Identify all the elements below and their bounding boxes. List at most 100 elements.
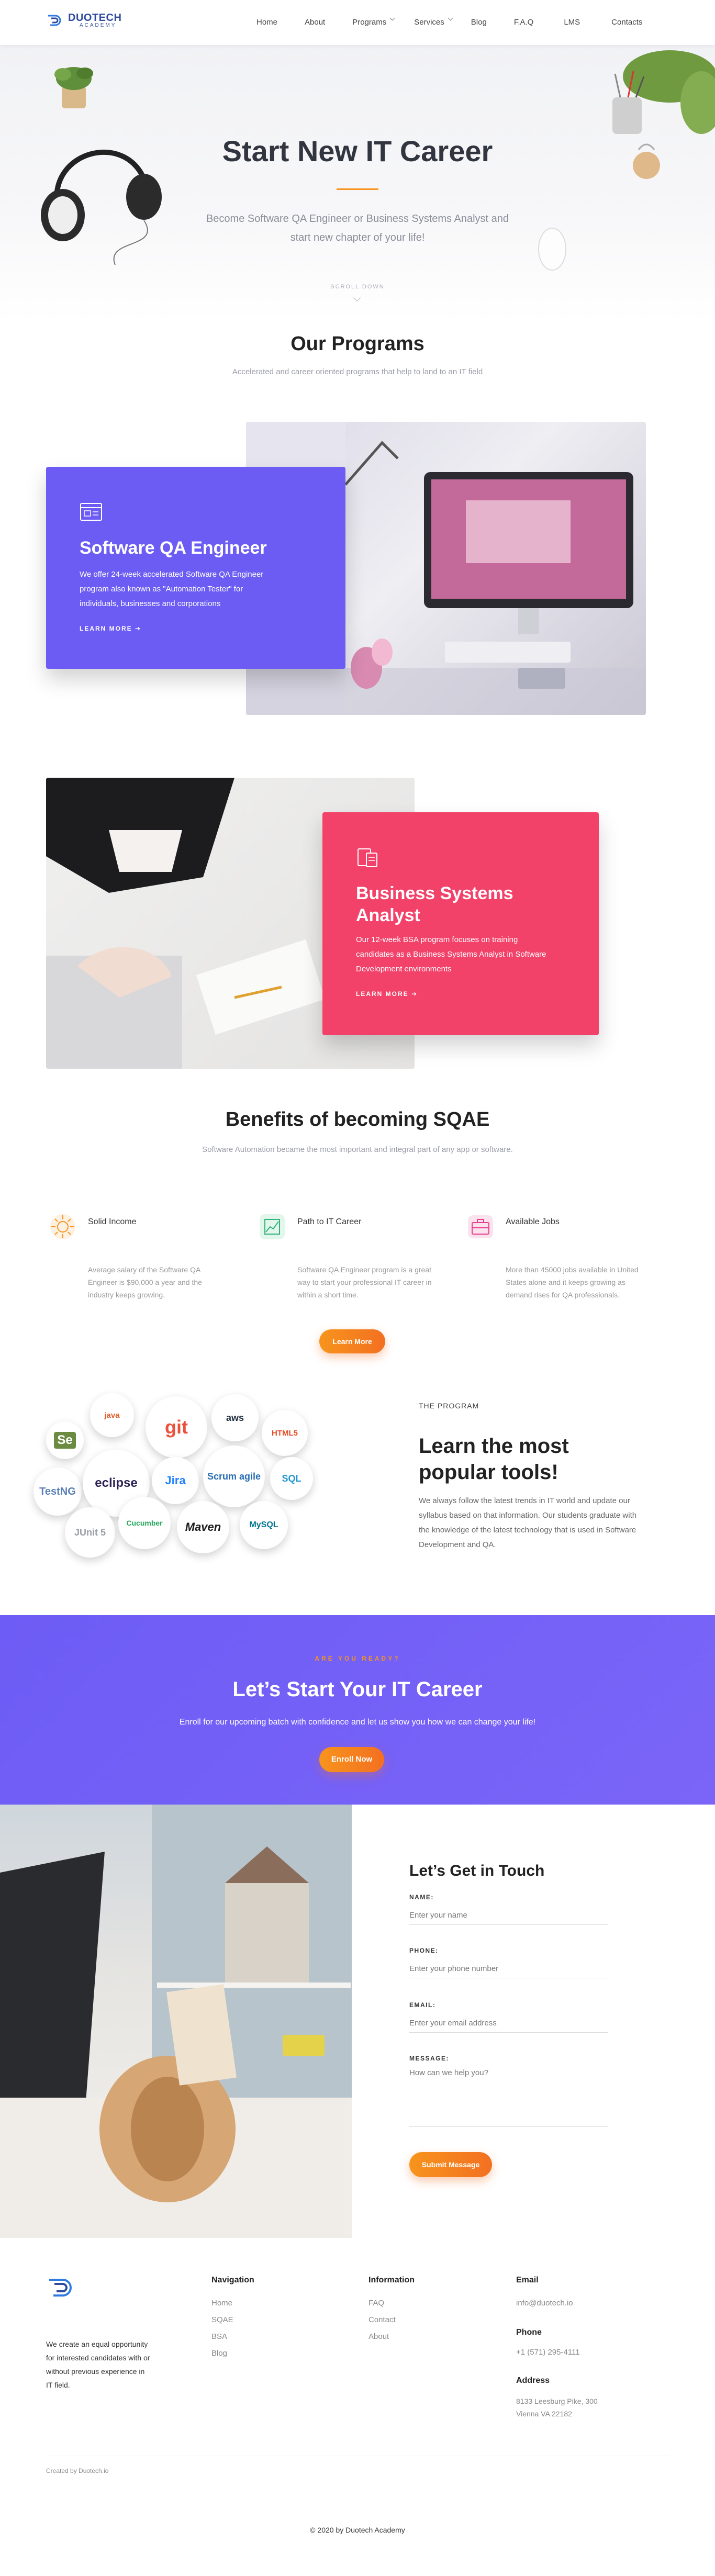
arrow-right-icon: ➔ bbox=[411, 990, 418, 998]
hero-subtitle: Become Software QA Engineer or Business … bbox=[206, 213, 509, 243]
scrum-agile-logo: Scrum agile bbox=[203, 1446, 265, 1507]
chevron-down-icon[interactable] bbox=[389, 15, 395, 21]
nav-faq[interactable]: F.A.Q bbox=[514, 18, 534, 27]
footer-link-home[interactable]: Home bbox=[211, 2299, 232, 2308]
footer-link-faq[interactable]: FAQ bbox=[368, 2299, 384, 2308]
learn-more-link[interactable]: LEARN MORE ➔ bbox=[80, 625, 141, 632]
benefits-subtitle: Software Automation became the most impo… bbox=[202, 1145, 513, 1154]
jira-logo: Jira bbox=[152, 1457, 199, 1504]
cta-title: Let’s Start Your IT Career bbox=[232, 1678, 483, 1701]
cta-section: ARE YOU READY? Let’s Start Your IT Caree… bbox=[0, 1615, 715, 1805]
footer-email-heading: Email bbox=[516, 2276, 539, 2284]
copyright: © 2020 by Duotech Academy bbox=[310, 2526, 405, 2534]
benefit-title: Solid Income bbox=[88, 1217, 137, 1226]
mouse-decoration bbox=[538, 228, 566, 271]
scroll-down-label[interactable]: SCROLL DOWN bbox=[305, 284, 410, 290]
program-card-bsa[interactable]: Business Systems Analyst Our 12-week BSA… bbox=[322, 812, 599, 1035]
learn-more-label: LEARN MORE bbox=[356, 990, 409, 998]
tools-eyebrow: THE PROGRAM bbox=[419, 1402, 479, 1410]
browser-icon bbox=[80, 503, 102, 521]
java-logo: java bbox=[90, 1393, 134, 1437]
chart-icon bbox=[260, 1214, 285, 1239]
logo-mark-icon bbox=[48, 15, 61, 26]
tools-title: Learn the most popular tools! bbox=[419, 1435, 569, 1484]
chevron-down-icon[interactable] bbox=[353, 294, 361, 302]
workspace-photo bbox=[0, 1805, 352, 2238]
program-description: We offer 24-week accelerated Software QA… bbox=[80, 570, 264, 608]
selenium-logo: Se bbox=[46, 1421, 84, 1459]
benefit-text: Average salary of the Software QA Engine… bbox=[88, 1265, 202, 1299]
mysql-logo: MySQL bbox=[240, 1501, 288, 1549]
git-logo: git bbox=[146, 1396, 207, 1458]
logo-name: DUOTECH bbox=[68, 12, 122, 24]
benefit-text: More than 45000 jobs available in United… bbox=[506, 1265, 639, 1299]
benefit-title: Path to IT Career bbox=[297, 1217, 362, 1226]
programs-title: Our Programs bbox=[291, 333, 424, 355]
name-input[interactable] bbox=[409, 1906, 608, 1925]
footer-address-heading: Address bbox=[516, 2376, 550, 2385]
nav-contacts[interactable]: Contacts bbox=[611, 18, 642, 27]
name-label: NAME: bbox=[409, 1894, 434, 1901]
footer-phone[interactable]: +1 (571) 295-4111 bbox=[516, 2348, 580, 2357]
nav-blog[interactable]: Blog bbox=[471, 18, 487, 27]
footer-info-heading: Information bbox=[368, 2276, 415, 2284]
devices-icon bbox=[358, 848, 377, 867]
submit-message-button[interactable]: Submit Message bbox=[409, 2152, 492, 2177]
nav-about[interactable]: About bbox=[305, 18, 325, 27]
chevron-down-icon[interactable] bbox=[448, 15, 453, 21]
footer-link-blog[interactable]: Blog bbox=[211, 2349, 227, 2358]
program-card-sqae[interactable]: Software QA Engineer We offer 24-week ac… bbox=[46, 467, 345, 669]
benefits-title: Benefits of becoming SQAE bbox=[225, 1108, 490, 1130]
testng-logo: TestNG bbox=[33, 1468, 82, 1516]
program-description: Our 12-week BSA program focuses on train… bbox=[356, 935, 546, 973]
main-nav: Home About Programs Services Blog F.A.Q … bbox=[256, 15, 642, 27]
created-by[interactable]: Created by Duotech.io bbox=[46, 2467, 108, 2474]
cta-text: Enroll for our upcoming batch with confi… bbox=[179, 1718, 536, 1727]
maven-logo: Maven bbox=[177, 1501, 229, 1553]
briefcase-icon bbox=[468, 1215, 493, 1238]
footer-link-bsa[interactable]: BSA bbox=[211, 2332, 227, 2341]
footer-about: We create an equal opportunity for inter… bbox=[46, 2340, 150, 2389]
aws-logo: aws bbox=[211, 1394, 259, 1441]
phone-label: PHONE: bbox=[409, 1947, 439, 1954]
nav-home[interactable]: Home bbox=[256, 18, 277, 27]
programs-subtitle: Accelerated and career oriented programs… bbox=[232, 367, 483, 376]
logo-subtitle: ACADEMY bbox=[80, 23, 117, 28]
hero-divider bbox=[337, 188, 378, 190]
learn-more-button[interactable]: Learn More bbox=[319, 1329, 385, 1353]
footer-logo-icon[interactable] bbox=[46, 2275, 77, 2301]
program-title: Software QA Engineer bbox=[80, 538, 267, 558]
phone-input[interactable] bbox=[409, 1959, 608, 1978]
hero-title: Start New IT Career bbox=[222, 135, 493, 167]
coin-icon bbox=[50, 1214, 75, 1239]
sql-logo: SQL bbox=[270, 1457, 313, 1500]
program-title: Business Systems Analyst bbox=[356, 883, 513, 925]
footer-link-about[interactable]: About bbox=[368, 2332, 389, 2341]
tools-text: We always follow the latest trends in IT… bbox=[419, 1496, 637, 1549]
learn-more-label: LEARN MORE bbox=[80, 625, 132, 632]
contact-title: Let’s Get in Touch bbox=[409, 1862, 545, 1879]
footer-link-contact[interactable]: Contact bbox=[368, 2315, 396, 2324]
junit5-logo: JUnit 5 bbox=[65, 1507, 115, 1558]
benefit-text: Software QA Engineer program is a great … bbox=[297, 1265, 432, 1299]
message-textarea[interactable] bbox=[409, 2068, 608, 2127]
benefit-title: Available Jobs bbox=[506, 1217, 560, 1226]
arrow-right-icon: ➔ bbox=[135, 625, 142, 632]
cucumber-logo: Cucumber bbox=[118, 1497, 171, 1549]
plant-decoration bbox=[54, 67, 93, 108]
enroll-now-button[interactable]: Enroll Now bbox=[319, 1747, 384, 1772]
footer-address: 8133 Leesburg Pike, 300 Vienna VA 22182 bbox=[516, 2397, 598, 2418]
nav-lms[interactable]: LMS bbox=[564, 18, 580, 27]
html5-logo: HTML5 bbox=[262, 1410, 308, 1456]
email-label: EMAIL: bbox=[409, 2001, 436, 2009]
email-input[interactable] bbox=[409, 2014, 608, 2033]
learn-more-link[interactable]: LEARN MORE ➔ bbox=[356, 990, 418, 998]
site-header: DUOTECH ACADEMY Home About Programs Serv… bbox=[0, 0, 715, 45]
footer-email[interactable]: info@duotech.io bbox=[516, 2299, 573, 2308]
nav-programs[interactable]: Programs bbox=[352, 18, 386, 27]
footer-phone-heading: Phone bbox=[516, 2328, 542, 2337]
nav-services[interactable]: Services bbox=[414, 18, 444, 27]
logo[interactable]: DUOTECH ACADEMY bbox=[46, 12, 121, 29]
footer-link-sqae[interactable]: SQAE bbox=[211, 2315, 233, 2324]
cta-eyebrow: ARE YOU READY? bbox=[315, 1655, 400, 1662]
